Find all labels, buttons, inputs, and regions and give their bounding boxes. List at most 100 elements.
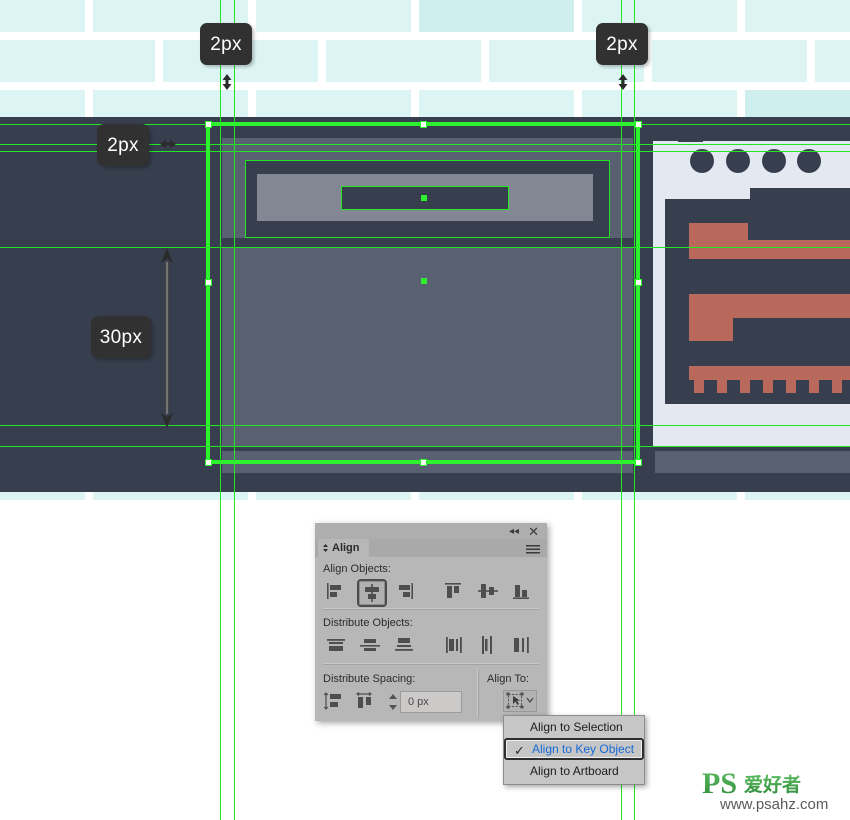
mockup-footer-strip-right (655, 451, 850, 473)
measure-arrow-vertical-icon-right (618, 74, 628, 90)
guide-horizontal-5 (0, 425, 850, 426)
distribute-horizontal-center-icon (482, 636, 492, 654)
distribute-objects-label: Distribute Objects: (323, 617, 413, 629)
mockup-right-panel-tab (678, 135, 703, 142)
measure-arrow-head-up-icon (161, 248, 173, 263)
align-horizontal-center-icon (365, 584, 379, 602)
tab-align[interactable]: Align (318, 539, 369, 557)
selection-handle-bottom-right[interactable] (635, 459, 642, 466)
align-top-button[interactable] (441, 579, 467, 603)
mockup-tooth-7 (832, 380, 842, 393)
brick-tile (326, 40, 481, 82)
distribute-vertical-center-icon (360, 639, 380, 651)
menu-item-align-to-artboard[interactable]: Align to Artboard (504, 760, 644, 782)
align-right-icon (399, 583, 413, 599)
mockup-tooth-4 (763, 380, 773, 393)
mockup-bar-2a (689, 294, 850, 318)
align-objects-label: Align Objects: (323, 563, 391, 575)
brick-tile (815, 40, 850, 82)
distribute-horizontal-left-button[interactable] (441, 633, 467, 657)
selection-handle-top-center[interactable] (420, 121, 427, 128)
distribute-horizontal-right-button[interactable] (509, 633, 535, 657)
mockup-bar-1a (689, 223, 748, 240)
distribute-horizontal-space-button[interactable] (352, 689, 378, 713)
distribute-horizontal-left-icon (446, 637, 462, 653)
measure-badge-top-right-label: 2px (606, 33, 638, 55)
mockup-tooth-3 (740, 380, 750, 393)
align-panel: ◂◂ ✕ Align Align Objects: Distribute Obj… (315, 523, 547, 721)
mockup-bar-1b (689, 240, 850, 259)
measure-arrow-horizontal-icon (160, 139, 176, 149)
measure-arrow-30px (159, 248, 175, 428)
vertical-spacing-icon (323, 692, 341, 710)
brick-tile (0, 40, 155, 82)
watermark-url: www.psahz.com (719, 796, 828, 813)
measure-badge-top-left-label: 2px (210, 33, 242, 55)
mockup-tooth-6 (809, 380, 819, 393)
selection-handle-bottom-center[interactable] (420, 459, 427, 466)
selection-handle-top-right[interactable] (635, 121, 642, 128)
menu-item-align-to-key-object[interactable]: ✓ Align to Key Object (504, 738, 644, 760)
align-to-dropdown-button[interactable] (503, 690, 537, 712)
menu-item-align-to-selection[interactable]: Align to Selection (504, 716, 644, 738)
spacing-input-value: 0 px (408, 696, 429, 708)
selection-handle-top-left[interactable] (205, 121, 212, 128)
watermark-brand-cn: 爱好者 (744, 773, 801, 796)
spacing-input[interactable]: 0 px (400, 691, 462, 713)
brick-tile (256, 0, 411, 32)
measure-badge-left-label: 2px (107, 134, 139, 156)
align-left-icon (327, 583, 341, 599)
measure-arrow-head-down-icon (161, 413, 173, 428)
distribute-vertical-bottom-icon (395, 638, 413, 651)
hamburger-menu-icon[interactable] (526, 545, 540, 554)
align-bottom-button[interactable] (509, 579, 535, 603)
align-horizontal-center-button[interactable] (357, 579, 387, 607)
align-top-icon (445, 583, 461, 598)
align-left-button[interactable] (323, 579, 349, 603)
key-object-icon (506, 692, 534, 709)
selection-handle-bottom-left[interactable] (205, 459, 212, 466)
mockup-tooth-5 (786, 380, 796, 393)
distribute-vertical-center-button[interactable] (357, 633, 383, 657)
brick-tile (419, 0, 574, 32)
panel-collapse-icon[interactable]: ◂◂ (509, 526, 519, 537)
selection-edge-right[interactable] (636, 122, 640, 464)
mockup-tooth-1 (694, 380, 704, 393)
watermark: PS 爱好者 www.psahz.com (702, 766, 842, 814)
mockup-avatar-4 (797, 149, 821, 173)
panel-vertical-divider (477, 669, 479, 717)
menu-item-align-to-selection-label: Align to Selection (530, 720, 623, 734)
measure-badge-top-right: 2px (596, 23, 648, 65)
distribute-vertical-bottom-button[interactable] (391, 633, 417, 657)
guide-horizontal-4 (0, 247, 850, 248)
measure-badge-height-label: 30px (99, 326, 143, 348)
measure-badge-height: 30px (91, 316, 151, 358)
mockup-avatar-3 (762, 149, 786, 173)
align-vertical-center-button[interactable] (475, 579, 501, 603)
panel-divider-2 (323, 663, 539, 665)
center-anchor-point-search (421, 195, 427, 201)
brick-tile (0, 0, 85, 32)
selection-handle-middle-right[interactable] (635, 279, 642, 286)
horizontal-spacing-icon (356, 692, 372, 708)
brick-tile (652, 40, 807, 82)
panel-divider-1 (323, 608, 539, 610)
menu-item-align-to-artboard-label: Align to Artboard (530, 764, 619, 778)
mockup-bar-2b (689, 318, 733, 341)
distribute-vertical-space-button[interactable] (321, 689, 347, 713)
spacing-stepper-arrows[interactable] (386, 691, 400, 713)
mockup-content-area (222, 247, 633, 447)
align-right-button[interactable] (391, 579, 417, 603)
distribute-vertical-top-button[interactable] (323, 633, 349, 657)
panel-tab-diamond-icon (323, 544, 328, 552)
distribute-horizontal-center-button[interactable] (475, 633, 501, 657)
align-bottom-icon (513, 585, 529, 599)
menu-item-align-to-key-object-label: Align to Key Object (532, 742, 635, 756)
measure-badge-top-left: 2px (200, 23, 252, 65)
align-to-dropdown-menu[interactable]: Align to Selection ✓ Align to Key Object… (503, 715, 645, 785)
panel-close-icon[interactable]: ✕ (528, 524, 539, 540)
mockup-avatar-2 (726, 149, 750, 173)
measure-arrow-shaft (165, 262, 169, 414)
selection-handle-middle-left[interactable] (205, 279, 212, 286)
selection-edge-left[interactable] (206, 122, 210, 464)
